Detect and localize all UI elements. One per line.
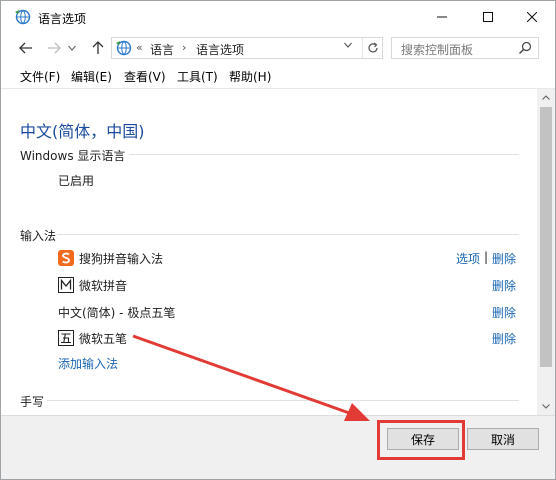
window-title: 语言选项 [38, 12, 87, 26]
menu-help[interactable]: 帮助(H) [229, 68, 271, 85]
content-area: 中文(简体，中国) Windows 显示语言 已启用 输入法 搜狗拼音输入法 选… [1, 89, 537, 415]
section-divider [47, 400, 519, 401]
list-item: 搜狗拼音输入法 选项 | 删除 [58, 248, 528, 268]
title-bar: 语言选项 [1, 1, 555, 33]
dialog-footer: 保存 取消 [1, 415, 555, 479]
menu-bar: 文件(F) 编辑(E) 查看(V) 工具(T) 帮助(H) [1, 65, 555, 87]
section-divider [129, 154, 519, 155]
navigation-bar: « 语言 › 语言选项 搜索控制面板 [1, 34, 555, 62]
menu-file[interactable]: 文件(F) [20, 68, 60, 85]
section-divider [57, 234, 519, 235]
search-placeholder: 搜索控制面板 [401, 43, 474, 57]
link-separator: | [484, 250, 489, 264]
ime-remove-link[interactable]: 删除 [492, 277, 516, 294]
arrow-right-icon [48, 42, 61, 54]
address-dropdown-button[interactable] [344, 41, 352, 51]
maximize-icon [483, 12, 493, 22]
sogou-s-icon [58, 250, 74, 266]
close-button[interactable] [509, 1, 555, 33]
language-globe-icon [116, 40, 132, 56]
scrollbar-thumb[interactable] [540, 107, 552, 367]
language-globe-icon [15, 9, 31, 25]
ime-name: 搜狗拼音输入法 [79, 252, 164, 266]
recent-locations-dropdown[interactable] [65, 38, 79, 58]
menu-tools[interactable]: 工具(T) [177, 68, 218, 85]
menu-view[interactable]: 查看(V) [124, 68, 166, 85]
input-method-heading: 输入法 [20, 229, 57, 243]
list-item: 微软拼音 删除 [58, 275, 528, 295]
vertical-scrollbar[interactable] [537, 89, 555, 415]
minimize-icon [437, 16, 447, 18]
back-button[interactable] [15, 38, 37, 58]
forward-button[interactable] [43, 38, 65, 58]
up-button[interactable] [87, 38, 109, 58]
refresh-icon [367, 42, 378, 53]
ime-name: 微软拼音 [79, 279, 128, 293]
language-options-window: 语言选项 « 语言 › 语言选项 搜索控制面板 文件(F) 编辑(E) 查看(V… [0, 0, 556, 480]
language-title: 中文(简体，中国) [20, 122, 145, 141]
list-item: 中文(简体) - 极点五笔 删除 [58, 302, 528, 322]
cancel-button[interactable]: 取消 [467, 428, 539, 450]
chevron-up-icon [542, 95, 550, 100]
breadcrumb-overflow[interactable]: « [136, 41, 143, 54]
display-language-status: 已启用 [58, 174, 95, 188]
wu-box-icon [58, 330, 74, 346]
m-box-icon [58, 277, 74, 293]
close-icon [527, 12, 537, 22]
ime-remove-link[interactable]: 删除 [492, 304, 516, 321]
chevron-down-icon [68, 45, 76, 51]
arrow-up-icon [92, 41, 104, 54]
chevron-down-icon [344, 42, 352, 48]
ime-name: 微软五笔 [79, 332, 128, 346]
breadcrumb-item-language[interactable]: 语言 [150, 41, 174, 58]
refresh-button[interactable] [362, 38, 382, 58]
save-highlight-box [377, 420, 465, 460]
menu-edit[interactable]: 编辑(E) [71, 68, 112, 85]
arrow-left-icon [19, 42, 32, 54]
chevron-down-icon [542, 404, 550, 409]
search-input[interactable]: 搜索控制面板 [391, 37, 539, 59]
handwriting-heading: 手写 [20, 395, 45, 409]
breadcrumb-separator[interactable]: › [182, 41, 186, 54]
maximize-button[interactable] [465, 1, 511, 33]
scroll-up-button[interactable] [537, 89, 555, 106]
ime-options-link[interactable]: 选项 [456, 250, 480, 267]
list-item: 微软五笔 删除 [58, 328, 528, 348]
display-language-heading: Windows 显示语言 [20, 149, 126, 163]
scroll-down-button[interactable] [537, 398, 555, 415]
search-icon [519, 41, 532, 54]
address-bar[interactable]: « 语言 › 语言选项 [111, 37, 383, 59]
ime-name: 中文(简体) - 极点五笔 [58, 306, 176, 320]
minimize-button[interactable] [419, 1, 465, 33]
add-input-method-link[interactable]: 添加输入法 [58, 355, 118, 372]
ime-remove-link[interactable]: 删除 [492, 250, 516, 267]
breadcrumb-item-language-options[interactable]: 语言选项 [196, 41, 244, 58]
ime-remove-link[interactable]: 删除 [492, 330, 516, 347]
